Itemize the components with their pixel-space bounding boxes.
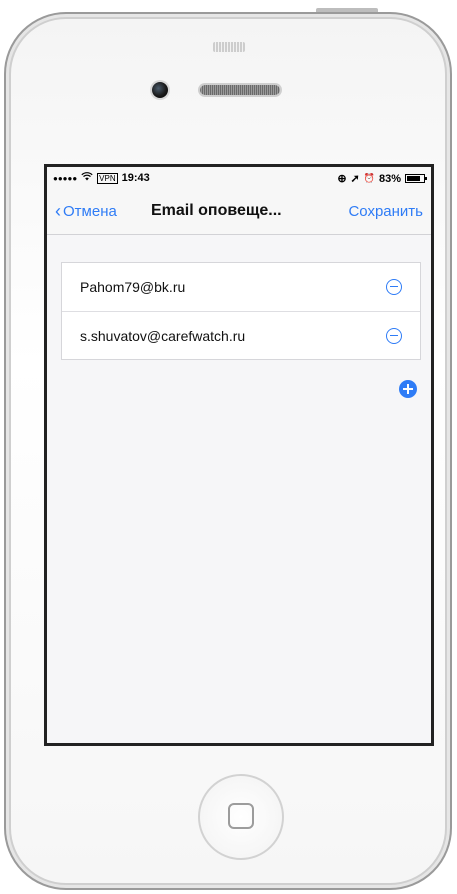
status-bar: ●●●●● VPN 19:43 ⊕ ➚ ⏰ 83% <box>47 167 431 191</box>
email-list: Pahom79@bk.ru s.shuvatov@carefwatch.ru <box>61 262 421 360</box>
chevron-left-icon: ‹ <box>55 201 61 221</box>
app-screen: ●●●●● VPN 19:43 ⊕ ➚ ⏰ 83% ‹ Отмена Email… <box>47 167 431 743</box>
device-mockup: ●●●●● VPN 19:43 ⊕ ➚ ⏰ 83% ‹ Отмена Email… <box>0 0 457 894</box>
add-email-icon[interactable] <box>399 380 417 398</box>
battery-tip <box>425 177 427 180</box>
wifi-icon <box>81 172 93 184</box>
status-right: ⊕ ➚ ⏰ 83% <box>337 172 427 185</box>
remove-email-icon[interactable] <box>386 328 402 344</box>
page-title: Email оповеще... <box>151 202 282 219</box>
home-square-icon <box>228 803 254 829</box>
remove-email-icon[interactable] <box>386 279 402 295</box>
email-address: s.shuvatov@carefwatch.ru <box>80 327 246 344</box>
email-row[interactable]: Pahom79@bk.ru <box>62 263 420 311</box>
cancel-label: Отмена <box>63 203 117 220</box>
battery-percent: 83% <box>378 172 401 185</box>
signal-strength-icon: ●●●●● <box>53 173 78 183</box>
content-area: Pahom79@bk.ru s.shuvatov@carefwatch.ru <box>47 235 431 743</box>
status-left: ●●●●● VPN 19:43 <box>53 172 150 184</box>
email-row[interactable]: s.shuvatov@carefwatch.ru <box>62 311 420 359</box>
front-camera <box>152 82 168 98</box>
speaker-grill <box>213 42 245 52</box>
status-time: 19:43 <box>121 172 150 184</box>
vpn-badge: VPN <box>97 172 118 184</box>
earpiece <box>200 85 280 95</box>
email-address: Pahom79@bk.ru <box>80 279 186 295</box>
alarm-icon: ⏰ <box>363 173 375 183</box>
location-icon: ➚ <box>350 173 360 185</box>
home-button[interactable] <box>198 774 284 860</box>
phone-screen: ●●●●● VPN 19:43 ⊕ ➚ ⏰ 83% ‹ Отмена Email… <box>44 164 434 746</box>
save-button[interactable]: Сохранить <box>348 203 423 220</box>
navigation-bar: ‹ Отмена Email оповеще... Сохранить <box>47 191 431 235</box>
battery-icon <box>405 174 427 183</box>
rotation-lock-icon: ⊕ <box>337 173 347 185</box>
battery-fill <box>407 176 420 181</box>
cancel-button[interactable]: ‹ Отмена <box>55 201 117 221</box>
